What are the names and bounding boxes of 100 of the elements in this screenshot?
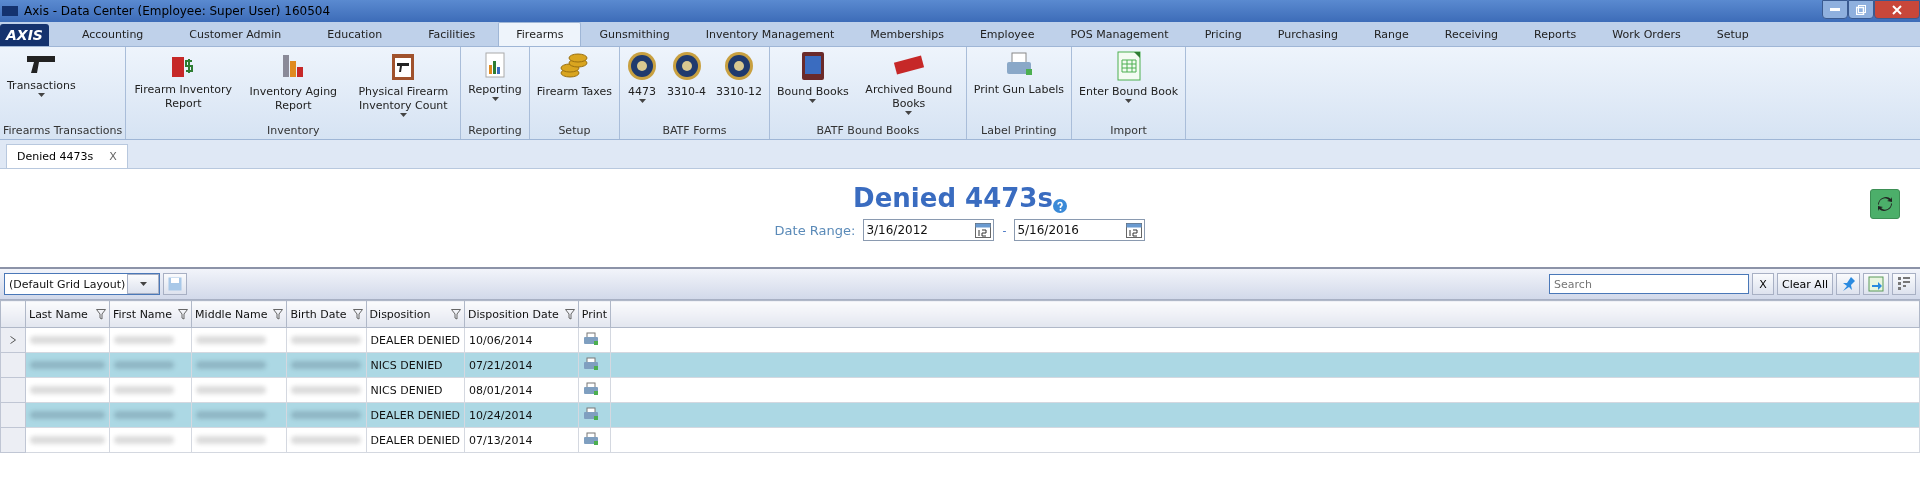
column-header[interactable]: Birth Date	[286, 300, 367, 328]
ribbon-tab[interactable]: Firearms	[498, 22, 582, 46]
column-header[interactable]: Disposition	[366, 300, 465, 328]
blurred-text	[196, 386, 267, 394]
ribbon-tab[interactable]: POS Management	[1052, 22, 1187, 46]
blurred-text	[114, 386, 174, 394]
save-layout-button[interactable]	[163, 273, 187, 295]
caret-icon	[399, 113, 407, 117]
column-header[interactable]: Print	[578, 300, 611, 328]
printer-icon[interactable]	[582, 356, 599, 371]
help-icon[interactable]	[1052, 199, 1067, 213]
seal-icon	[627, 51, 658, 81]
ribbon-tab[interactable]: Pricing	[1186, 22, 1260, 46]
calendar-icon[interactable]	[975, 222, 992, 238]
ribbon-tab[interactable]: Facilities	[405, 22, 499, 46]
refresh-button[interactable]	[1870, 189, 1900, 219]
blurred-text	[291, 336, 362, 344]
column-header[interactable]: Middle Name	[191, 300, 287, 328]
blurred-text	[196, 411, 267, 419]
grid-layout-dropdown[interactable]: (Default Grid Layout)	[4, 273, 160, 295]
date-to-field[interactable]: 5/16/2016	[1014, 219, 1146, 241]
filter-icon[interactable]	[96, 308, 106, 320]
export-button[interactable]	[1863, 273, 1889, 295]
ribbon-button[interactable]: Archived Bound Books	[855, 51, 962, 123]
caret-icon	[905, 111, 913, 115]
caret-icon	[809, 99, 817, 103]
current-row-icon	[10, 335, 16, 344]
table-cell: DEALER DENIED	[366, 327, 465, 353]
ribbon-tab[interactable]: Range	[1355, 22, 1427, 46]
ribbon-tab[interactable]: Reports	[1516, 22, 1595, 46]
date-range-label: Date Range:	[774, 222, 856, 238]
filter-icon[interactable]	[273, 308, 284, 320]
search-field[interactable]: Search	[1549, 274, 1750, 294]
filter-icon[interactable]	[451, 308, 462, 320]
group-label: BATF Bound Books	[815, 123, 921, 139]
column-header[interactable]: Disposition Date	[464, 300, 579, 328]
column-header[interactable]: First Name	[109, 300, 192, 328]
filter-icon[interactable]	[178, 308, 189, 320]
ribbon-button[interactable]: Firearm Inventory Report	[130, 51, 237, 123]
printer-icon[interactable]	[582, 381, 599, 396]
app-icon	[2, 6, 18, 16]
printer-icon[interactable]	[582, 331, 599, 346]
ribbon-tab[interactable]: Memberships	[852, 22, 962, 46]
columns-icon	[1897, 276, 1911, 292]
close-button[interactable]	[1874, 0, 1920, 19]
ribbon-button[interactable]: Reporting	[465, 51, 525, 123]
group-label: Label Printing	[980, 123, 1058, 139]
calendar-icon[interactable]	[1126, 222, 1143, 238]
printer-icon[interactable]	[582, 431, 599, 446]
ribbon-tab[interactable]: Inventory Management	[687, 22, 853, 46]
ribbon-tab[interactable]: Accounting	[58, 22, 167, 46]
clear-all-button[interactable]: Clear All	[1777, 273, 1833, 295]
ribbon-button[interactable]: Enter Bound Book	[1075, 51, 1182, 123]
ribbon-tab[interactable]: Education	[304, 22, 406, 46]
ribbon-tab[interactable]: Work Orders	[1594, 22, 1699, 46]
printer-icon[interactable]	[582, 406, 599, 421]
group-label: Reporting	[467, 123, 523, 139]
ribbon-button[interactable]: 3310-12	[713, 51, 765, 123]
page-title: Denied 4473s	[853, 183, 1053, 213]
table-cell: 08/01/2014	[464, 377, 579, 403]
refresh-icon	[1876, 195, 1894, 213]
date-separator: -	[1002, 223, 1007, 237]
column-header[interactable]: Last Name	[25, 300, 110, 328]
document-tab[interactable]: Denied 4473s X	[6, 144, 128, 168]
ribbon-button[interactable]: Bound Books	[773, 51, 852, 123]
blurred-text	[291, 436, 362, 444]
row-header-corner	[0, 300, 26, 328]
blurred-text	[114, 436, 174, 444]
date-from-field[interactable]: 3/16/2012	[863, 219, 995, 241]
seal-icon	[724, 51, 754, 81]
restore-button[interactable]	[1848, 0, 1874, 19]
close-tab-button[interactable]: X	[109, 150, 117, 163]
ribbon-tab[interactable]: Customer Admin	[166, 22, 305, 46]
ribbon-tab[interactable]: Receiving	[1426, 22, 1517, 46]
table-cell: NICS DENIED	[366, 377, 465, 403]
window-title: Axis - Data Center (Employee: Super User) 160504	[24, 4, 331, 18]
coins-icon	[559, 51, 590, 81]
columns-button[interactable]	[1892, 273, 1916, 295]
ribbon-button[interactable]: Print Gun Labels	[970, 51, 1067, 123]
ribbon-button[interactable]: 4473	[624, 51, 661, 123]
filter-icon[interactable]	[564, 308, 575, 320]
ribbon-button[interactable]: Inventory Aging Report	[240, 51, 347, 123]
ribbon-button[interactable]: 3310-4	[664, 51, 709, 123]
ribbon-button[interactable]: Physical Firearm Inventory Count	[350, 51, 457, 123]
table-cell: NICS DENIED	[366, 352, 465, 378]
seal-icon	[671, 51, 702, 81]
ribbon-button[interactable]: Firearm Taxes	[533, 51, 616, 123]
ribbon-tab[interactable]: Purchasing	[1259, 22, 1356, 46]
clear-search-button[interactable]: X	[1752, 273, 1775, 295]
minimize-button[interactable]	[1822, 0, 1848, 19]
pin-icon	[1841, 276, 1855, 292]
restore-icon	[1856, 4, 1866, 15]
ribbon-tab[interactable]: Gunsmithing	[581, 22, 688, 46]
table-cell: 07/21/2014	[464, 352, 579, 378]
filter-icon[interactable]	[352, 308, 363, 320]
ribbon-button[interactable]: Transactions	[4, 51, 79, 123]
ribbon-tab[interactable]: Setup	[1698, 22, 1767, 46]
ribbon-tab[interactable]: Employee	[961, 22, 1053, 46]
blurred-text	[196, 361, 267, 369]
pin-button[interactable]	[1836, 273, 1860, 295]
